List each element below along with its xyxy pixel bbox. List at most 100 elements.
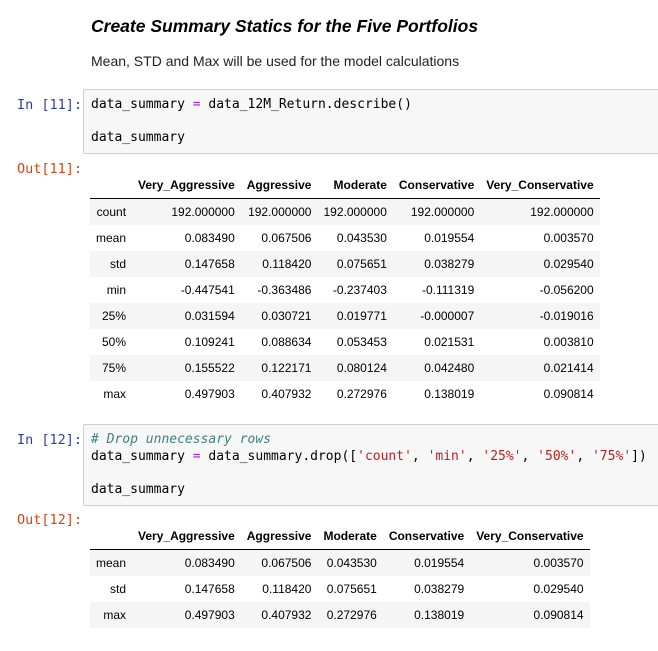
table-cell: -0.447541 (180, 283, 235, 297)
column-header: Aggressive (240, 171, 318, 199)
table-cell: 192.000000 (323, 205, 387, 219)
table-cell: 192.000000 (410, 205, 475, 219)
table-cell: 0.029540 (533, 582, 584, 596)
column-header: Very_Conservative (470, 522, 590, 550)
code-line: data_summary (91, 482, 185, 497)
table-cell: 0.067506 (261, 231, 312, 245)
column-header: Moderate (317, 522, 383, 550)
row-index: count (96, 205, 127, 219)
table-cell: 0.003570 (533, 556, 584, 570)
row-index: min (106, 283, 127, 297)
row-index: 50% (102, 335, 127, 349)
table-cell: 0.083490 (184, 231, 235, 245)
table-cell: 0.080124 (336, 361, 387, 375)
in-prompt-11: In [11]: (17, 97, 83, 113)
table-cell: 0.019771 (336, 309, 387, 323)
table-cell: 0.038279 (414, 582, 465, 596)
table-cell: 0.090814 (543, 387, 594, 401)
column-header: Very_Aggressive (132, 522, 241, 550)
table-cell: 0.090814 (533, 608, 584, 622)
table-cell: 0.043530 (326, 556, 377, 570)
table-cell: 0.147658 (184, 582, 235, 596)
code-cell-12[interactable]: # Drop unnecessary rows data_summary = d… (83, 424, 658, 506)
code-line: data_summary = data_summary.drop(['count… (91, 449, 647, 464)
column-header: Aggressive (240, 522, 318, 550)
table-cell: 0.155522 (184, 361, 235, 375)
out-prompt-12: Out[12]: (17, 512, 83, 528)
table-row: 50% 0.109241 0.088634 0.053453 0.021531 0.003… (90, 329, 600, 355)
table-cell: 0.272976 (336, 387, 387, 401)
table-cell: 0.407932 (261, 608, 312, 622)
table-row: 75% 0.155522 0.122171 0.080124 0.042480 0.021… (90, 355, 600, 381)
table-row: count 192.000000 192.000000 192.000000 192.0… (90, 198, 600, 225)
in-prompt-12: In [12]: (17, 432, 83, 448)
row-index: 75% (102, 361, 127, 375)
table-cell: 0.083490 (184, 556, 235, 570)
table-cell: 0.019554 (414, 556, 465, 570)
row-index: max (103, 608, 127, 622)
markdown-text: Mean, STD and Max will be used for the m… (91, 53, 460, 69)
table-cell: 0.497903 (184, 608, 235, 622)
markdown-heading: Create Summary Statics for the Five Port… (91, 16, 479, 36)
table-cell: 0.038279 (424, 257, 475, 271)
table-cell: 0.118420 (262, 582, 312, 596)
table-cell: -0.363486 (257, 283, 312, 297)
column-header: Very_Aggressive (132, 171, 241, 199)
table-cell: 192.000000 (171, 205, 235, 219)
table-row: max 0.497903 0.407932 0.272976 0.138019 0.090… (90, 602, 590, 628)
index-header (90, 171, 133, 199)
table-cell: 0.147658 (184, 257, 235, 271)
table-cell: 0.272976 (326, 608, 377, 622)
table-cell: -0.019016 (539, 309, 594, 323)
code-line: data_summary = data_12M_Return.describe(… (91, 97, 412, 112)
table-cell: 0.118420 (262, 257, 312, 271)
column-header: Conservative (382, 522, 471, 550)
row-index: 25% (102, 309, 127, 323)
table-cell: 0.003570 (543, 231, 594, 245)
column-header: Moderate (317, 171, 393, 199)
column-header: Conservative (392, 171, 481, 199)
table-cell: 192.000000 (248, 205, 312, 219)
table-cell: 0.043530 (336, 231, 387, 245)
row-index: std (110, 257, 127, 271)
row-index: mean (96, 231, 127, 245)
row-index: mean (96, 556, 127, 570)
code-cell-11[interactable]: data_summary = data_12M_Return.describe(… (83, 89, 658, 154)
table-cell: 0.138019 (414, 608, 465, 622)
table-cell: 192.000000 (530, 205, 594, 219)
table-cell: 0.067506 (261, 556, 312, 570)
table-cell: 0.053453 (336, 335, 387, 349)
table-row: mean 0.083490 0.067506 0.043530 0.019554 0.00… (90, 549, 590, 576)
table-cell: 0.031594 (184, 309, 235, 323)
table-cell: 0.075651 (336, 257, 387, 271)
out-prompt-11: Out[11]: (17, 161, 83, 177)
table-row: max 0.497903 0.407932 0.272976 0.138019 0.090… (90, 381, 600, 407)
table-cell: 0.021414 (543, 361, 594, 375)
table-cell: -0.000007 (420, 309, 475, 323)
table-cell: 0.122171 (261, 361, 312, 375)
table-row: min -0.447541 -0.363486 -0.237403 -0.111319 -… (90, 277, 600, 303)
column-header: Very_Conservative (480, 171, 600, 199)
table-cell: -0.237403 (332, 283, 387, 297)
row-index: max (103, 387, 127, 401)
table-cell: 0.109241 (184, 335, 235, 349)
index-header (90, 522, 133, 550)
table-row: mean 0.083490 0.067506 0.043530 0.019554 0.00… (90, 225, 600, 251)
code-line: data_summary (91, 130, 185, 145)
summary-table-12: Very_Aggressive Aggressive Moderate Conserv… (90, 522, 590, 628)
table-cell: 0.407932 (261, 387, 312, 401)
table-row: std 0.147658 0.118420 0.075651 0.038279 0.029… (90, 251, 600, 277)
table-cell: 0.497903 (184, 387, 235, 401)
table-cell: -0.056200 (539, 283, 594, 297)
table-cell: 0.030721 (261, 309, 312, 323)
table-cell: 0.075651 (326, 582, 377, 596)
table-cell: 0.042480 (424, 361, 475, 375)
table-row: std 0.147658 0.118420 0.075651 0.038279 0.029… (90, 576, 590, 602)
table-row: 25% 0.031594 0.030721 0.019771 -0.000007 -0.0… (90, 303, 600, 329)
summary-table-11: Very_Aggressive Aggressive Moderate Conserv… (90, 171, 600, 407)
code-comment: # Drop unnecessary rows (91, 432, 272, 447)
table-cell: 0.138019 (424, 387, 475, 401)
table-cell: 0.003810 (543, 335, 594, 349)
table-cell: 0.021531 (424, 335, 475, 349)
table-cell: 0.019554 (424, 231, 475, 245)
